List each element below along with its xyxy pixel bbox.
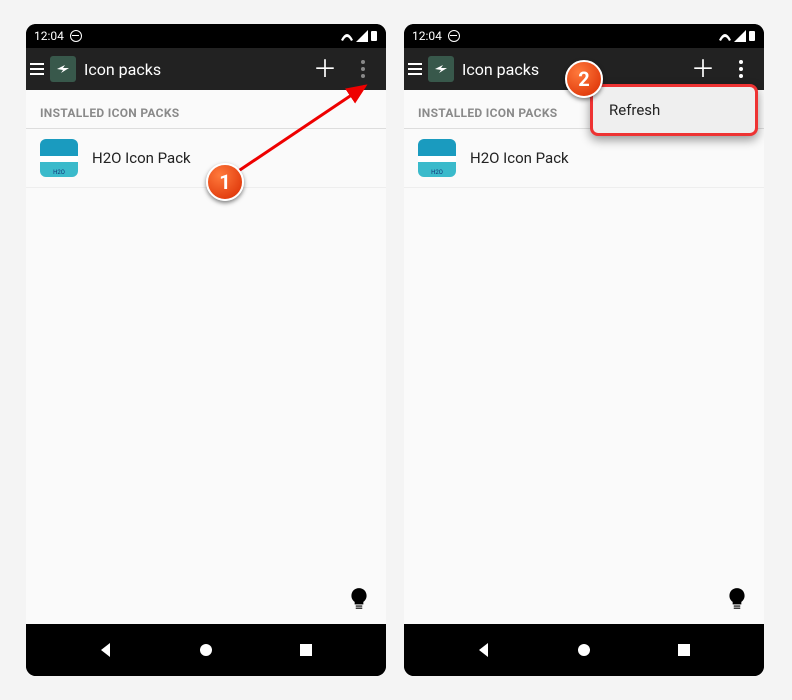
content-area: INSTALLED ICON PACKS H2O H2O Icon Pack bbox=[26, 90, 386, 624]
content-area: INSTALLED ICON PACKS H2O H2O Icon Pack bbox=[404, 90, 764, 624]
annotation-badge-2: 2 bbox=[565, 60, 603, 98]
app-logo-icon bbox=[50, 56, 76, 82]
pack-name: H2O Icon Pack bbox=[470, 149, 569, 167]
more-vert-icon bbox=[361, 60, 365, 78]
status-bar: 12:04 bbox=[404, 24, 764, 48]
status-bar: 12:04 bbox=[26, 24, 386, 48]
lightbulb-icon[interactable] bbox=[346, 586, 372, 612]
status-time: 12:04 bbox=[34, 29, 64, 43]
app-title: Icon packs bbox=[84, 60, 306, 79]
pack-icon: H2O bbox=[40, 139, 78, 177]
menu-icon[interactable] bbox=[26, 48, 48, 90]
section-header: INSTALLED ICON PACKS bbox=[26, 90, 386, 129]
status-icons bbox=[340, 30, 378, 42]
pack-icon: H2O bbox=[418, 139, 456, 177]
overflow-button[interactable] bbox=[344, 48, 382, 90]
menu-item-refresh[interactable]: Refresh bbox=[593, 87, 755, 133]
pack-name: H2O Icon Pack bbox=[92, 149, 191, 167]
navigation-bar bbox=[26, 624, 386, 676]
lightbulb-icon[interactable] bbox=[724, 586, 750, 612]
more-vert-icon bbox=[739, 60, 743, 78]
navigation-bar bbox=[404, 624, 764, 676]
icon-pack-item[interactable]: H2O H2O Icon Pack bbox=[404, 129, 764, 188]
plus-icon: ＋ bbox=[313, 57, 337, 81]
status-icons bbox=[718, 30, 756, 42]
status-time: 12:04 bbox=[412, 29, 442, 43]
nav-home-button[interactable] bbox=[186, 630, 226, 670]
nav-back-button[interactable] bbox=[464, 630, 504, 670]
phone-screenshot-2: 12:04 Icon packs ＋ INSTALLED ICON PACKS … bbox=[404, 24, 764, 676]
dnd-icon bbox=[70, 30, 82, 42]
nav-back-button[interactable] bbox=[86, 630, 126, 670]
nav-recents-button[interactable] bbox=[664, 630, 704, 670]
menu-icon[interactable] bbox=[404, 48, 426, 90]
annotation-badge-1: 1 bbox=[206, 163, 244, 201]
add-button[interactable]: ＋ bbox=[306, 48, 344, 90]
plus-icon: ＋ bbox=[691, 57, 715, 81]
app-logo-icon bbox=[428, 56, 454, 82]
overflow-menu: Refresh bbox=[590, 84, 758, 136]
nav-home-button[interactable] bbox=[564, 630, 604, 670]
nav-recents-button[interactable] bbox=[286, 630, 326, 670]
app-bar: Icon packs ＋ bbox=[26, 48, 386, 90]
dnd-icon bbox=[448, 30, 460, 42]
phone-screenshot-1: 12:04 Icon packs ＋ INSTALLED ICON PACKS … bbox=[26, 24, 386, 676]
